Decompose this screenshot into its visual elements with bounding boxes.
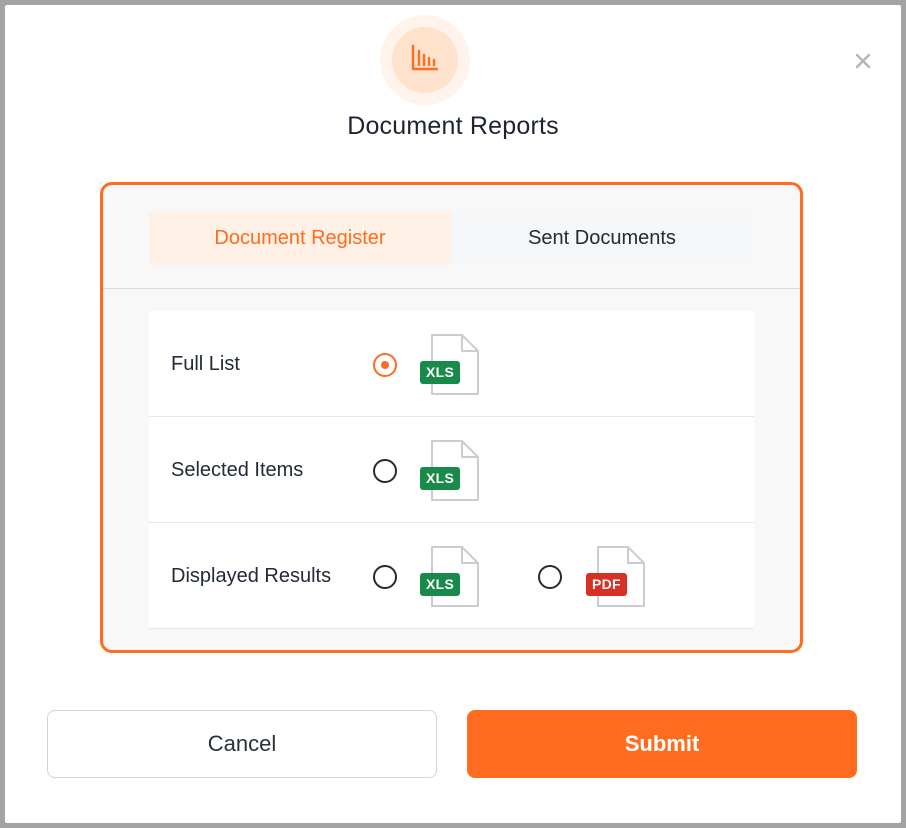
- pdf-file-icon: PDF: [586, 545, 648, 609]
- xls-badge: XLS: [420, 361, 461, 384]
- cancel-button[interactable]: Cancel: [47, 710, 437, 778]
- bar-chart-icon: [410, 43, 440, 78]
- report-options-panel: Document Register Sent Documents Full Li…: [100, 182, 803, 653]
- displayed-results-xls-radio[interactable]: [373, 565, 397, 589]
- option-row-full-list: Full List XLS: [149, 311, 754, 417]
- close-icon: [855, 53, 871, 74]
- option-label: Displayed Results: [171, 565, 332, 587]
- option-row-selected-items: Selected Items XLS: [149, 417, 754, 523]
- dialog-title: Document Reports: [347, 112, 559, 140]
- tabs-divider: [103, 288, 800, 289]
- option-label: Full List: [171, 353, 240, 375]
- tab-document-register[interactable]: Document Register: [149, 211, 451, 265]
- tab-sent-documents[interactable]: Sent Documents: [451, 211, 753, 265]
- submit-button[interactable]: Submit: [467, 710, 857, 778]
- xls-file-icon: XLS: [420, 333, 482, 397]
- xls-badge: XLS: [420, 573, 461, 596]
- pdf-badge: PDF: [586, 573, 627, 596]
- report-options-list: Full List XLS Selected Items XLS Display…: [149, 311, 754, 629]
- xls-file-icon: XLS: [420, 545, 482, 609]
- option-row-displayed-results: Displayed Results XLS PDF: [149, 523, 754, 629]
- header-icon-badge: [380, 15, 470, 105]
- close-button[interactable]: [851, 51, 875, 75]
- document-reports-dialog: Document Reports Document Register Sent …: [5, 5, 901, 823]
- selected-items-xls-radio[interactable]: [373, 459, 397, 483]
- xls-badge: XLS: [420, 467, 461, 490]
- xls-file-icon: XLS: [420, 439, 482, 503]
- displayed-results-pdf-radio[interactable]: [538, 565, 562, 589]
- option-label: Selected Items: [171, 459, 304, 481]
- full-list-xls-radio[interactable]: [373, 353, 397, 377]
- report-tabs: Document Register Sent Documents: [149, 211, 753, 265]
